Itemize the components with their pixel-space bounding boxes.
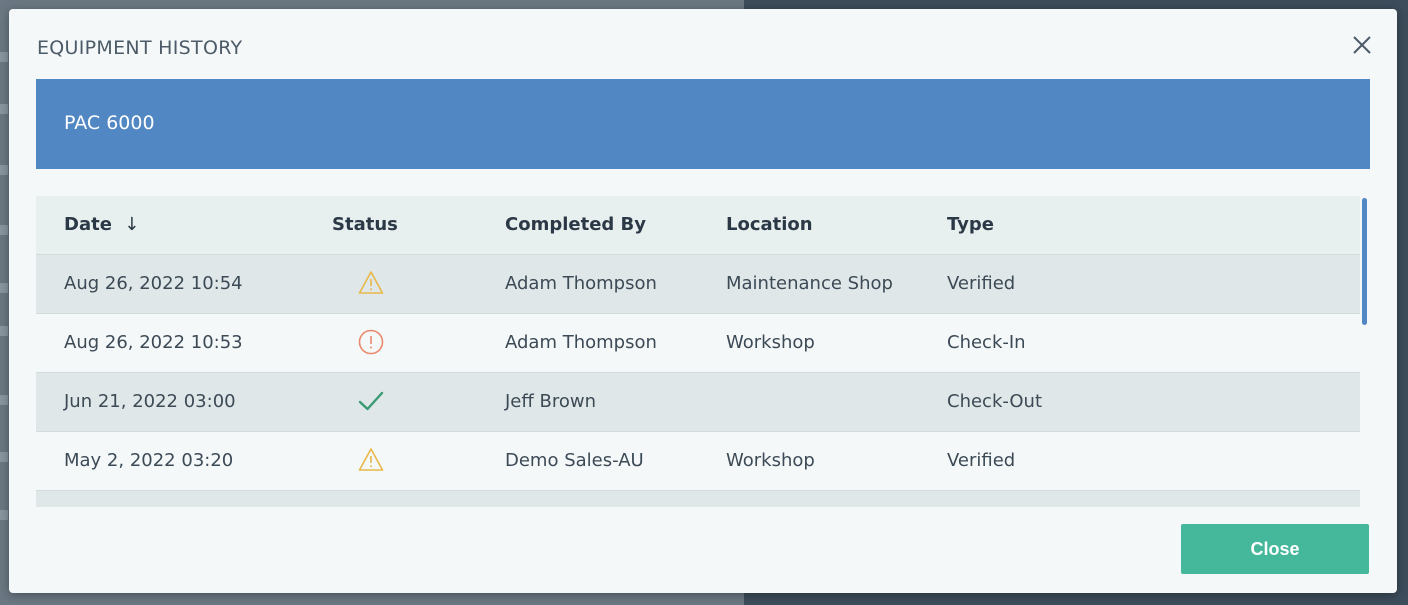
- cell-date: Aug 26, 2022 10:54: [64, 273, 243, 294]
- backdrop-fragment: [0, 165, 8, 175]
- equipment-history-modal: EQUIPMENT HISTORY PAC 6000 Date ↓ Status…: [9, 9, 1397, 593]
- backdrop-fragment: [0, 52, 8, 62]
- backdrop-fragment: [0, 225, 8, 235]
- cell-location: Workshop: [726, 450, 815, 471]
- warning-triangle-icon: [358, 447, 384, 473]
- equipment-banner: PAC 6000: [36, 79, 1370, 169]
- cell-type: Check-In: [947, 332, 1026, 353]
- cell-completed-by: Demo Sales-AU: [505, 450, 644, 471]
- cell-date: Aug 26, 2022 10:53: [64, 332, 243, 353]
- equipment-name: PAC 6000: [64, 112, 155, 134]
- column-header-completed-by[interactable]: Completed By: [505, 214, 646, 235]
- cell-type: Check-Out: [947, 391, 1043, 412]
- cell-location: Workshop: [726, 332, 815, 353]
- table-scrollbar[interactable]: [1362, 198, 1367, 325]
- cell-date: Jun 21, 2022 03:00: [64, 391, 236, 412]
- backdrop-fragment: [0, 326, 8, 336]
- table-row[interactable]: [36, 490, 1360, 507]
- modal-title: EQUIPMENT HISTORY: [37, 37, 243, 59]
- table-row[interactable]: Aug 26, 2022 10:53 Adam Thompson Worksho…: [36, 313, 1360, 373]
- cell-completed-by: Adam Thompson: [505, 332, 657, 353]
- history-table: Date ↓ Status Completed By Location Type…: [36, 196, 1370, 507]
- checkmark-icon: [358, 388, 384, 414]
- column-label: Date: [64, 214, 112, 235]
- cell-completed-by: Adam Thompson: [505, 273, 657, 294]
- close-button[interactable]: Close: [1181, 524, 1369, 574]
- warning-triangle-icon: [358, 270, 384, 296]
- table-row[interactable]: Aug 26, 2022 10:54 Adam Thompson Mainten…: [36, 254, 1360, 314]
- close-icon[interactable]: [1350, 33, 1374, 57]
- backdrop-fragment: [0, 395, 8, 405]
- cell-date: May 2, 2022 03:20: [64, 450, 234, 471]
- cell-type: Verified: [947, 450, 1016, 471]
- alert-circle-icon: [358, 329, 384, 355]
- column-header-location[interactable]: Location: [726, 214, 813, 235]
- column-header-status[interactable]: Status: [332, 214, 398, 235]
- backdrop-fragment: [0, 283, 8, 293]
- backdrop-fragment: [0, 104, 8, 114]
- column-header-date[interactable]: Date ↓: [64, 214, 139, 235]
- backdrop-fragment: [0, 510, 8, 520]
- table-row[interactable]: May 2, 2022 03:20 Demo Sales-AU Workshop…: [36, 431, 1360, 491]
- cell-completed-by: Jeff Brown: [505, 391, 597, 412]
- cell-type: Verified: [947, 273, 1016, 294]
- cell-location: Maintenance Shop: [726, 273, 893, 294]
- backdrop-fragment: [0, 452, 8, 462]
- column-header-type[interactable]: Type: [947, 214, 994, 235]
- table-header: Date ↓ Status Completed By Location Type: [36, 196, 1360, 254]
- table-row[interactable]: Jun 21, 2022 03:00 Jeff Brown Check-Out: [36, 372, 1360, 432]
- sort-descending-icon: ↓: [124, 214, 140, 235]
